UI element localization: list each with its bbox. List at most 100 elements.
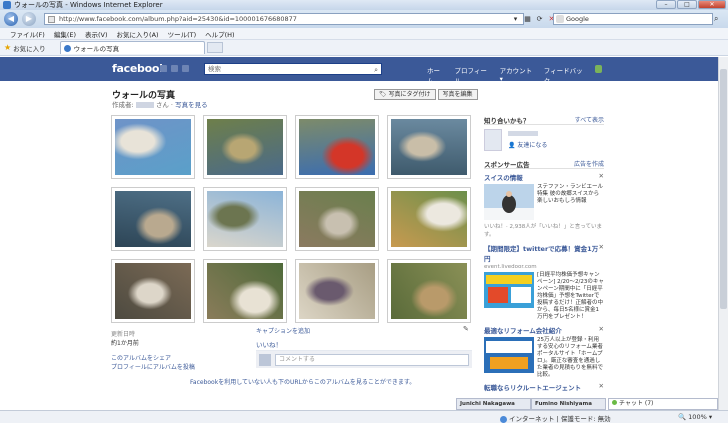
ad-image[interactable]	[484, 337, 534, 373]
nav-account[interactable]: アカウント ▾	[500, 65, 534, 85]
compat-icon[interactable]: ▦	[522, 14, 533, 24]
star-icon[interactable]: ★	[4, 43, 11, 52]
photo-geese[interactable]	[387, 187, 471, 251]
dropdown-icon[interactable]: ▾	[510, 14, 521, 24]
photo-seal-water[interactable]	[111, 187, 195, 251]
maximize-button[interactable]: □	[677, 0, 697, 9]
photo-white-llama[interactable]	[203, 259, 287, 323]
ad-1[interactable]: スイスの情報 ✕ ステファン・ランビエール特集 彼の故郷スイスから楽しいおもしろ情…	[484, 172, 604, 238]
pencil-icon[interactable]: ✎	[463, 325, 469, 333]
people-you-may-know-header: 知り合いかも？ すべて表示	[484, 115, 604, 125]
photo-kangaroo[interactable]	[387, 259, 471, 323]
ad-title[interactable]: スイスの情報 ✕	[484, 172, 604, 182]
globe-icon	[500, 415, 507, 423]
security-zone[interactable]: インターネット | 保護モード: 無効	[500, 413, 611, 423]
status-bar: インターネット | 保護モード: 無効 🔍 100% ▾	[0, 410, 728, 423]
photo-grid	[111, 115, 476, 323]
photo-peacock[interactable]	[203, 115, 287, 179]
edit-photos-button[interactable]: 写真を編集	[437, 89, 478, 100]
chat-tab-user2[interactable]: Fumino Nishiyama	[531, 398, 606, 410]
messages-icon[interactable]	[171, 65, 178, 72]
window-controls: – □ ✕	[655, 0, 726, 9]
tab-current[interactable]: ウォールの写真	[59, 41, 205, 54]
refresh-icon[interactable]: ⟳	[534, 14, 545, 24]
search-input[interactable]: Google	[553, 13, 713, 25]
photo-parrot[interactable]	[295, 115, 379, 179]
url-buttons: ▾ ▦ ⟳ ✕	[510, 14, 558, 24]
ad-like-text[interactable]: いいね！· 2,938人が「いいね！」と言っています。	[484, 222, 604, 238]
favorites-button[interactable]: お気に入り	[13, 43, 46, 53]
view-photos-link[interactable]: 写真を見る	[175, 101, 208, 109]
creator-name-redacted[interactable]	[135, 102, 154, 108]
menu-help[interactable]: ヘルプ(H)	[205, 29, 234, 39]
ad-image[interactable]	[484, 272, 534, 308]
sponsored-header: スポンサー広告 広告を作成	[484, 159, 604, 169]
create-ad-link[interactable]: 広告を作成	[574, 159, 604, 168]
menu-edit[interactable]: 編集(E)	[54, 29, 76, 39]
facebook-header: facebook 検索 ⌕ ホーム プロフィール アカウント ▾ フィードバック	[0, 57, 718, 85]
see-all-link[interactable]: すべて表示	[575, 115, 604, 124]
friend-suggestion: 👤 友達になる	[484, 125, 604, 155]
menu-view[interactable]: 表示(V)	[85, 29, 108, 39]
search-icon[interactable]: ⌕	[714, 14, 718, 24]
post-to-profile-link[interactable]: プロフィールにアルバムを投稿	[111, 363, 195, 372]
notifications-icon[interactable]	[182, 65, 189, 72]
vertical-scrollbar[interactable]	[718, 57, 728, 410]
ad-title[interactable]: 【期間限定】twitterで応募！賞金1万円 ✕	[484, 243, 604, 263]
ie-icon	[3, 1, 11, 9]
google-icon	[556, 15, 564, 23]
share-album-link[interactable]: このアルバムをシェア	[111, 354, 195, 363]
url-input[interactable]: http://www.facebook.com/album.php?aid=25…	[44, 13, 524, 25]
minimize-button[interactable]: –	[656, 0, 676, 9]
friend-avatar[interactable]	[484, 129, 502, 151]
close-icon[interactable]: ✕	[599, 243, 604, 251]
search-icon[interactable]: ⌕	[374, 65, 378, 75]
comment-input[interactable]: コメントする	[275, 354, 469, 366]
chat-button[interactable]: チャット (7)	[608, 398, 718, 410]
photo-thumbnail	[299, 263, 375, 319]
tag-photos-button[interactable]: 🏷 写真にタグ付け	[374, 89, 436, 100]
photo-alpaca-rocks[interactable]	[295, 187, 379, 251]
photo-baby-frame[interactable]	[111, 115, 195, 179]
title-bar: ウォールの写真 - Windows Internet Explorer – □ …	[0, 0, 728, 10]
add-caption-link[interactable]: キャプションを追加	[256, 326, 310, 335]
security-icon[interactable]	[594, 65, 602, 73]
nav-feedback[interactable]: フィードバック	[544, 65, 585, 85]
menu-file[interactable]: ファイル(F)	[10, 29, 45, 39]
ad-title[interactable]: 最適なリフォーム会社紹介 ✕	[484, 325, 604, 335]
zoom-level[interactable]: 🔍 100% ▾	[678, 413, 712, 421]
menu-favorites[interactable]: お気に入り(A)	[117, 29, 159, 39]
ad-title[interactable]: 転職ならリクルートエージェント ✕	[484, 382, 604, 392]
new-tab-button[interactable]	[206, 42, 223, 53]
facebook-logo[interactable]: facebook	[112, 62, 166, 75]
close-icon[interactable]: ✕	[599, 382, 604, 390]
menu-tools[interactable]: ツール(T)	[168, 29, 197, 39]
close-icon[interactable]: ✕	[599, 172, 604, 180]
friend-requests-icon[interactable]	[160, 65, 167, 72]
ad-4[interactable]: 転職ならリクルートエージェント ✕	[484, 382, 604, 392]
nav-profile[interactable]: プロフィール	[454, 65, 489, 85]
ad-image[interactable]	[484, 184, 534, 220]
address-bar: ◀ ▶ http://www.facebook.com/album.php?ai…	[0, 10, 728, 28]
chat-tab-user1[interactable]: Junichi Nakagawa	[456, 398, 531, 410]
page-viewport: facebook 検索 ⌕ ホーム プロフィール アカウント ▾ フィードバック…	[0, 57, 718, 410]
photo-castle-garden[interactable]	[203, 187, 287, 251]
friend-name-redacted[interactable]	[508, 131, 538, 136]
ad-3[interactable]: 最適なリフォーム会社紹介 ✕ 25万人以上が登録・利用する安心のリフォーム業者ポー…	[484, 325, 604, 379]
photo-llama[interactable]	[111, 259, 195, 323]
like-link[interactable]: いいね！	[256, 339, 282, 349]
fb-search-input[interactable]: 検索 ⌕	[204, 63, 382, 75]
nav-home[interactable]: ホーム	[427, 65, 444, 85]
photo-seal-rock[interactable]	[387, 115, 471, 179]
add-friend-link[interactable]: 👤 友達になる	[508, 140, 547, 149]
photo-thumbnail	[391, 119, 467, 175]
chat-bar: Junichi Nakagawa Fumino Nishiyama チャット (…	[456, 398, 718, 410]
forward-button[interactable]: ▶	[22, 12, 36, 26]
close-icon[interactable]: ✕	[599, 325, 604, 333]
photo-thumbnail	[299, 119, 375, 175]
scrollbar-thumb[interactable]	[720, 69, 727, 309]
back-button[interactable]: ◀	[4, 12, 18, 26]
ad-2[interactable]: 【期間限定】twitterで応募！賞金1万円 ✕ event.livedoor.c…	[484, 243, 604, 321]
photo-visitors-llama[interactable]	[295, 259, 379, 323]
close-button[interactable]: ✕	[698, 0, 726, 9]
